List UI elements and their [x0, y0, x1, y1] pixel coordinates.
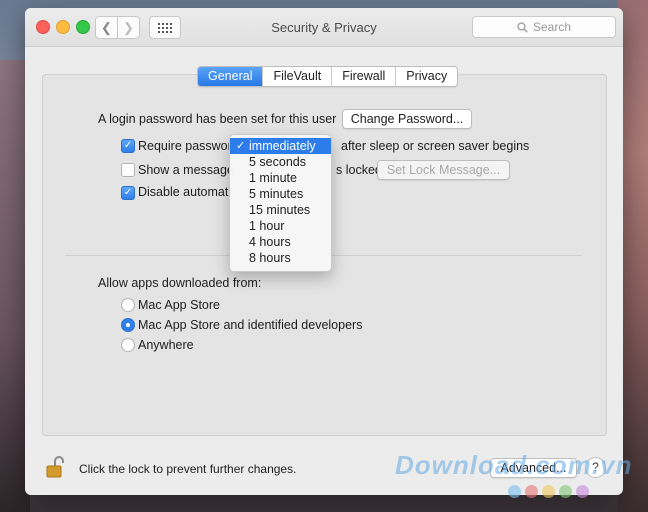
checkmark-icon: ✓ — [236, 140, 246, 152]
radio-mac-app-store-label: Mac App Store — [138, 298, 220, 312]
lock-button[interactable] — [46, 456, 64, 478]
advanced-button[interactable]: Advanced... — [490, 458, 577, 478]
menu-item-immediately[interactable]: ✓ immediately — [230, 138, 331, 154]
menu-item-4-hours[interactable]: 4 hours — [230, 234, 331, 250]
tab-firewall[interactable]: Firewall — [331, 67, 395, 86]
radio-mac-app-store[interactable] — [121, 298, 135, 312]
tab-privacy[interactable]: Privacy — [395, 67, 457, 86]
require-password-checkbox[interactable]: ✓ — [121, 139, 135, 153]
search-icon — [517, 21, 528, 33]
menu-item-1-hour[interactable]: 1 hour — [230, 218, 331, 234]
menu-item-1-minute[interactable]: 1 minute — [230, 170, 331, 186]
disable-auto-login-label: Disable automati — [138, 185, 232, 199]
require-password-label: Require passwor — [138, 139, 232, 153]
tab-bar: General FileVault Firewall Privacy — [197, 66, 459, 87]
unlocked-lock-icon — [46, 456, 64, 478]
menu-item-5-minutes[interactable]: 5 minutes — [230, 186, 331, 202]
search-input[interactable]: Search — [472, 16, 616, 38]
radio-anywhere[interactable] — [121, 338, 135, 352]
tab-general[interactable]: General — [198, 67, 263, 86]
show-message-label: Show a message — [138, 163, 234, 177]
menu-item-15-minutes[interactable]: 15 minutes — [230, 202, 331, 218]
menu-item-8-hours[interactable]: 8 hours — [230, 250, 331, 266]
login-password-text: A login password has been set for this u… — [98, 112, 337, 126]
tab-filevault[interactable]: FileVault — [262, 67, 331, 86]
lock-hint-text: Click the lock to prevent further change… — [79, 462, 297, 476]
require-password-delay-menu: ✓ immediately 5 seconds 1 minute 5 minut… — [229, 134, 332, 272]
radio-identified-developers-label: Mac App Store and identified developers — [138, 318, 363, 332]
allow-apps-label: Allow apps downloaded from: — [98, 276, 262, 290]
menu-item-5-seconds[interactable]: 5 seconds — [230, 154, 331, 170]
radio-anywhere-label: Anywhere — [138, 338, 194, 352]
require-password-suffix: after sleep or screen saver begins — [341, 139, 530, 153]
help-button[interactable]: ? — [585, 457, 606, 478]
change-password-button[interactable]: Change Password... — [342, 109, 472, 129]
disable-auto-login-checkbox[interactable]: ✓ — [121, 186, 135, 200]
show-message-checkbox[interactable] — [121, 163, 135, 177]
radio-identified-developers[interactable] — [121, 318, 135, 332]
set-lock-message-button[interactable]: Set Lock Message... — [377, 160, 510, 180]
watermark-dots — [508, 485, 589, 498]
search-placeholder: Search — [532, 20, 572, 34]
titlebar: ❮ ❯ Security & Privacy Search — [25, 8, 623, 47]
show-message-suffix: s locked — [336, 163, 382, 177]
